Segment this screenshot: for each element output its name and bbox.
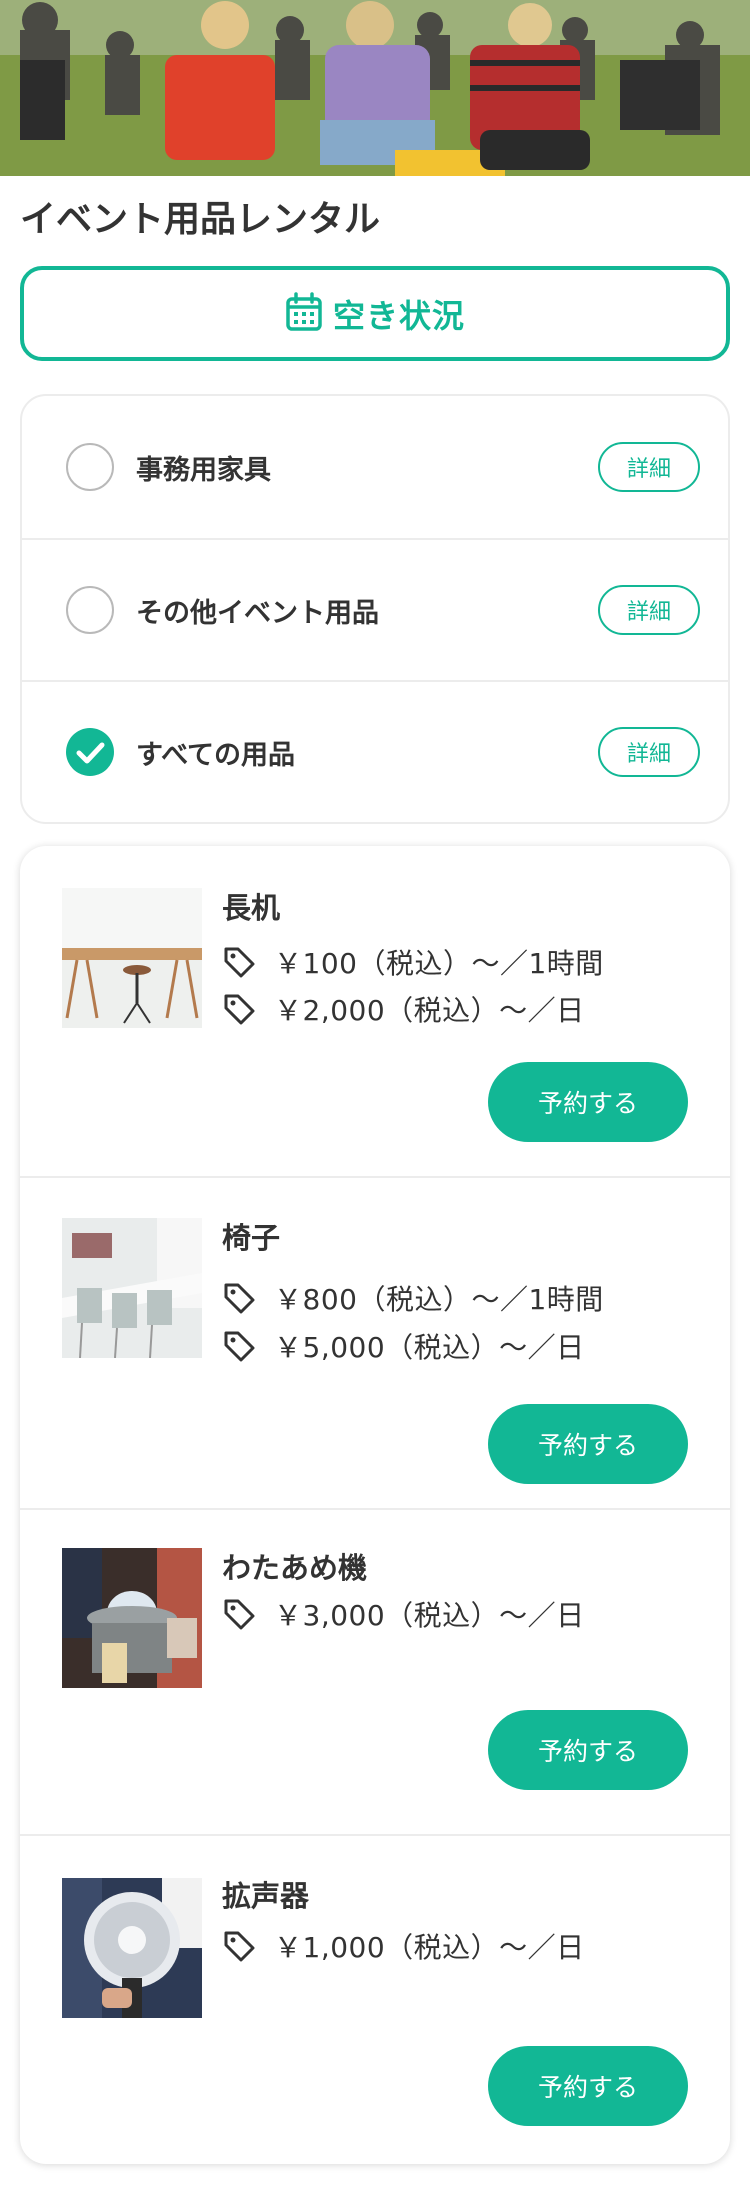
price-tag-icon bbox=[224, 1931, 255, 1962]
product-name: 椅子 bbox=[222, 1221, 281, 1255]
price-line: ￥5,000（税込）〜／日 bbox=[222, 1326, 585, 1366]
price-tag-icon bbox=[224, 1599, 255, 1630]
category-label: すべての用品 bbox=[136, 739, 296, 771]
detail-button[interactable]: 詳細 bbox=[598, 585, 700, 635]
price-line: ￥100（税込）〜／1時間 bbox=[222, 942, 604, 982]
price-hourly: ￥800（税込）〜／1時間 bbox=[274, 1283, 604, 1316]
price-hourly: ￥100（税込）〜／1時間 bbox=[274, 947, 604, 980]
reserve-button[interactable]: 予約する bbox=[488, 1404, 688, 1484]
detail-button[interactable]: 詳細 bbox=[598, 727, 700, 777]
radio-unchecked-icon[interactable] bbox=[66, 586, 114, 634]
product-name: 長机 bbox=[222, 891, 281, 925]
reserve-button[interactable]: 予約する bbox=[488, 1710, 688, 1790]
price-daily: ￥5,000（税込）〜／日 bbox=[274, 1331, 585, 1364]
price-tag-icon bbox=[224, 947, 255, 978]
list-item: 拡声器 ￥1,000（税込）〜／日 予約する bbox=[20, 1834, 730, 2164]
category-item-all-goods[interactable]: すべての用品 詳細 bbox=[22, 680, 728, 822]
list-item: 長机 ￥100（税込）〜／1時間 ￥2,000（税込）〜／日 予約する bbox=[20, 846, 730, 1176]
price-daily: ￥2,000（税込）〜／日 bbox=[274, 994, 585, 1027]
product-thumbnail bbox=[62, 1548, 202, 1688]
price-line: ￥3,000（税込）〜／日 bbox=[222, 1594, 585, 1634]
price-daily: ￥1,000（税込）〜／日 bbox=[274, 1931, 585, 1964]
price-line: ￥800（税込）〜／1時間 bbox=[222, 1278, 604, 1318]
price-tag-icon bbox=[224, 1331, 255, 1362]
category-item-other-event-goods[interactable]: その他イベント用品 詳細 bbox=[22, 538, 728, 680]
price-line: ￥2,000（税込）〜／日 bbox=[222, 989, 585, 1029]
product-list: 長机 ￥100（税込）〜／1時間 ￥2,000（税込）〜／日 予約する 椅子 ￥… bbox=[20, 846, 730, 2164]
availability-button[interactable]: 空き状況 bbox=[20, 266, 730, 361]
radio-checked-icon[interactable] bbox=[66, 728, 114, 776]
reserve-button[interactable]: 予約する bbox=[488, 2046, 688, 2126]
category-item-office-furniture[interactable]: 事務用家具 詳細 bbox=[22, 396, 728, 538]
availability-label: 空き状況 bbox=[332, 296, 465, 335]
price-tag-icon bbox=[224, 994, 255, 1025]
list-item: 椅子 ￥800（税込）〜／1時間 ￥5,000（税込）〜／日 予約する bbox=[20, 1176, 730, 1508]
detail-button[interactable]: 詳細 bbox=[598, 442, 700, 492]
category-list: 事務用家具 詳細 その他イベント用品 詳細 すべての用品 詳細 bbox=[20, 394, 730, 824]
price-tag-icon bbox=[224, 1283, 255, 1314]
product-name: 拡声器 bbox=[222, 1879, 310, 1913]
category-label: その他イベント用品 bbox=[136, 597, 379, 629]
product-thumbnail bbox=[62, 1218, 202, 1358]
price-daily: ￥3,000（税込）〜／日 bbox=[274, 1599, 585, 1632]
calendar-icon bbox=[285, 291, 323, 336]
category-label: 事務用家具 bbox=[136, 454, 271, 486]
reserve-button[interactable]: 予約する bbox=[488, 1062, 688, 1142]
list-item: わたあめ機 ￥3,000（税込）〜／日 予約する bbox=[20, 1508, 730, 1834]
product-thumbnail bbox=[62, 1878, 202, 2018]
hero-image bbox=[0, 0, 750, 176]
product-thumbnail bbox=[62, 888, 202, 1028]
radio-unchecked-icon[interactable] bbox=[66, 443, 114, 491]
product-name: わたあめ機 bbox=[222, 1551, 368, 1585]
price-line: ￥1,000（税込）〜／日 bbox=[222, 1926, 585, 1966]
page-title: イベント用品レンタル bbox=[20, 199, 381, 240]
